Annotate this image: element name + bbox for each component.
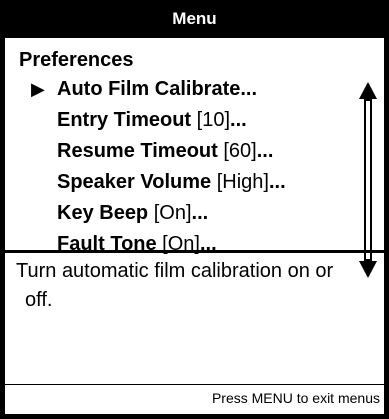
menu-item-label: Speaker Volume [57, 171, 212, 193]
menu-items: ▶ Auto Film Calibrate... Entry Timeout [1… [5, 74, 345, 260]
menu-item-fault-tone[interactable]: Fault Tone [On]... [5, 229, 345, 260]
menu-title: Menu [172, 9, 217, 28]
help-text: Turn automatic film calibration on or of… [16, 257, 376, 315]
selection-pointer-icon: ▶ [31, 79, 45, 99]
menu-item-ellipsis: ... [240, 78, 258, 100]
menu-item-ellipsis: ... [191, 202, 209, 224]
menu-item-value: [On] [148, 202, 192, 224]
menu-list-area: Preferences ▶ Auto Film Calibrate... Entr… [5, 38, 384, 278]
menu-item-auto-film-calibrate[interactable]: ▶ Auto Film Calibrate... [5, 74, 345, 105]
help-text-line: off. [25, 289, 53, 311]
menu-item-ellipsis: ... [268, 171, 286, 193]
menu-item-resume-timeout[interactable]: Resume Timeout [60]... [5, 136, 345, 167]
menu-item-label: Key Beep [57, 202, 149, 224]
menu-item-value: [10] [191, 109, 231, 131]
menu-item-entry-timeout[interactable]: Entry Timeout [10]... [5, 105, 345, 136]
menu-item-ellipsis: ... [230, 109, 247, 131]
menu-item-key-beep[interactable]: Key Beep [On]... [5, 198, 345, 229]
footer-divider [5, 384, 384, 385]
menu-item-speaker-volume[interactable]: Speaker Volume [High]... [5, 167, 345, 198]
footer-hint: Press MENU to exit menus [211, 390, 380, 406]
section-title: Preferences [19, 49, 134, 71]
menu-item-label: Resume Timeout [57, 140, 218, 162]
help-text-line: Turn automatic film calibration on or [16, 260, 334, 282]
menu-item-value: [High] [211, 171, 269, 193]
menu-item-label: Auto Film Calibrate [57, 78, 241, 100]
menu-item-value: [60] [217, 140, 257, 162]
double-arrow-vertical-icon [359, 82, 377, 278]
menu-item-label: Entry Timeout [57, 109, 192, 131]
menu-title-bar: Menu [5, 0, 384, 38]
help-divider [5, 250, 384, 253]
menu-item-ellipsis: ... [256, 140, 274, 162]
menu-window: Menu Preferences ▶ Auto Film Calibrate...… [0, 0, 389, 419]
